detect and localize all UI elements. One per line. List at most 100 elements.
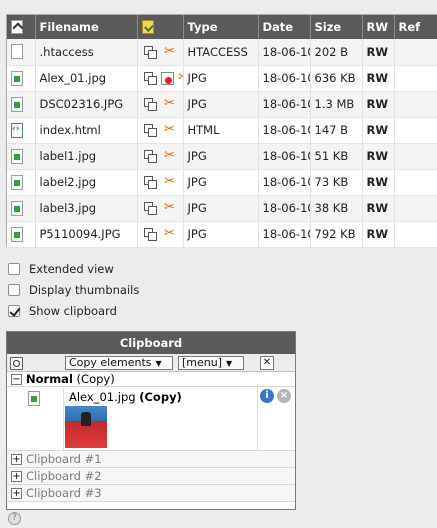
show-clipboard-label[interactable]: Show clipboard [29, 304, 117, 318]
menu-value: [menu] [182, 356, 223, 369]
file-permissions: RW [362, 169, 395, 196]
copy-icon[interactable] [143, 71, 157, 85]
expand-toggle[interactable]: + [11, 470, 22, 482]
help-icon[interactable]: ? [8, 512, 21, 525]
file-name[interactable]: DSC02316.JPG [35, 91, 138, 118]
file-size: 147 B [310, 117, 363, 144]
chevron-down-icon: ▼ [155, 359, 162, 368]
file-actions: ✂ [137, 143, 184, 170]
table-row[interactable]: Alex_01.jpg ✂JPG18-06-10636 KBRW [7, 65, 437, 92]
file-name[interactable]: index.html [35, 117, 138, 144]
cut-icon[interactable]: ✂ [163, 45, 177, 59]
file-permissions: RW [362, 91, 395, 118]
file-icon-cell [7, 143, 36, 170]
close-clipboard-button[interactable]: ✕ [260, 356, 274, 370]
file-name[interactable]: label1.jpg [35, 143, 138, 170]
file-name[interactable]: P5110094.JPG [35, 221, 138, 248]
cut-icon[interactable]: ✂ [163, 97, 177, 111]
file-actions: ✂ [137, 221, 184, 248]
file-ref [394, 169, 437, 196]
group-mode: (Copy) [76, 372, 115, 386]
file-icon-cell [7, 39, 36, 66]
file-date: 18-06-10 [258, 91, 311, 118]
show-clipboard-option[interactable]: Show clipboard [8, 300, 139, 321]
group-name[interactable]: Clipboard #1 [26, 452, 102, 466]
sort-column[interactable] [7, 15, 36, 39]
copy-icon[interactable] [143, 123, 157, 137]
group-name[interactable]: Clipboard #2 [26, 469, 102, 483]
file-type: JPG [183, 195, 259, 222]
clipboard-group-2[interactable]: + Clipboard #2 [7, 468, 295, 485]
file-size: 636 KB [310, 65, 363, 92]
header-type[interactable]: Type [183, 15, 259, 39]
file-name[interactable]: label2.jpg [35, 169, 138, 196]
header-actions[interactable] [137, 15, 184, 39]
file-permissions: RW [362, 143, 395, 170]
copy-icon[interactable] [143, 45, 157, 59]
header-ref[interactable]: Ref [394, 15, 437, 39]
table-row[interactable]: .htaccess ✂ HTACCESS 18-06-10 202 B RW [7, 39, 437, 66]
expand-toggle[interactable]: + [11, 453, 22, 465]
header-rw[interactable]: RW [362, 15, 395, 39]
info-icon[interactable]: i [260, 389, 274, 403]
image-thumbnail [65, 406, 107, 448]
file-size: 73 KB [310, 169, 363, 196]
file-actions: ✂ [137, 195, 184, 222]
file-table: Filename Type Date Size RW Ref .htaccess… [7, 15, 437, 248]
clipboard-title: Clipboard [7, 332, 295, 354]
menu-select[interactable]: [menu] ▼ [178, 356, 244, 370]
display-thumbnails-option[interactable]: Display thumbnails [8, 279, 139, 300]
cut-icon[interactable]: ✂ [163, 175, 177, 189]
file-icon-cell [7, 195, 36, 222]
file-name[interactable]: Alex_01.jpg [35, 65, 138, 92]
table-row[interactable]: label3.jpg ✂ JPG 18-06-10 38 KB RW [7, 195, 437, 222]
cut-icon[interactable]: ✂ [163, 227, 177, 241]
file-size: 1.3 MB [310, 91, 363, 118]
group-name[interactable]: Clipboard #3 [26, 486, 102, 500]
chevron-down-icon: ▼ [226, 359, 233, 368]
file-name[interactable]: .htaccess [35, 39, 138, 66]
copy-icon[interactable] [143, 201, 157, 215]
file-ref [394, 143, 437, 170]
copy-icon[interactable] [143, 149, 157, 163]
show-clipboard-checkbox[interactable] [8, 304, 20, 317]
table-header-row: Filename Type Date Size RW Ref [7, 15, 437, 39]
copy-icon[interactable] [143, 175, 157, 189]
cut-icon[interactable]: ✂ [163, 201, 177, 215]
delete-icon[interactable] [160, 71, 174, 85]
clipboard-group-normal: − Normal (Copy) [7, 372, 295, 387]
sort-up-icon[interactable] [11, 20, 23, 35]
clipboard-group-3[interactable]: + Clipboard #3 [7, 485, 295, 502]
file-date: 18-06-10 [258, 65, 311, 92]
display-thumbnails-checkbox[interactable] [8, 283, 20, 296]
expand-toggle[interactable]: + [11, 487, 22, 499]
file-size: 38 KB [310, 195, 363, 222]
header-size[interactable]: Size [310, 15, 363, 39]
copy-icon[interactable] [143, 227, 157, 241]
copy-icon[interactable] [143, 97, 157, 111]
remove-icon[interactable]: × [277, 389, 291, 403]
header-date[interactable]: Date [258, 15, 311, 39]
extended-view-label[interactable]: Extended view [29, 262, 114, 276]
table-row[interactable]: P5110094.JPG ✂ JPG 18-06-10 792 KB RW [7, 221, 437, 248]
image-file-icon [11, 226, 23, 242]
file-type: HTML [183, 117, 259, 144]
clipboard-tool-icon[interactable] [10, 357, 23, 370]
table-row[interactable]: DSC02316.JPG ✂ JPG 18-06-10 1.3 MB RW [7, 91, 437, 118]
clipboard-group-1[interactable]: + Clipboard #1 [7, 451, 295, 468]
view-options: Extended view Display thumbnails Show cl… [8, 258, 139, 321]
file-name[interactable]: label3.jpg [35, 195, 138, 222]
table-row[interactable]: label2.jpg ✂ JPG 18-06-10 73 KB RW [7, 169, 437, 196]
display-thumbnails-label[interactable]: Display thumbnails [29, 283, 139, 297]
cut-icon[interactable]: ✂ [163, 123, 177, 137]
download-icon[interactable] [141, 20, 154, 35]
table-row[interactable]: index.html ✂ HTML18-06-10147 BRW [7, 117, 437, 144]
cut-icon[interactable]: ✂ [163, 149, 177, 163]
header-filename[interactable]: Filename [35, 15, 138, 39]
collapse-toggle[interactable]: − [11, 373, 22, 385]
extended-view-checkbox[interactable] [8, 262, 20, 275]
extended-view-option[interactable]: Extended view [8, 258, 139, 279]
table-row[interactable]: label1.jpg ✂ JPG 18-06-10 51 KB RW [7, 143, 437, 170]
cut-icon[interactable]: ✂ [177, 71, 182, 85]
copy-mode-select[interactable]: Copy elements ▼ [65, 356, 173, 370]
